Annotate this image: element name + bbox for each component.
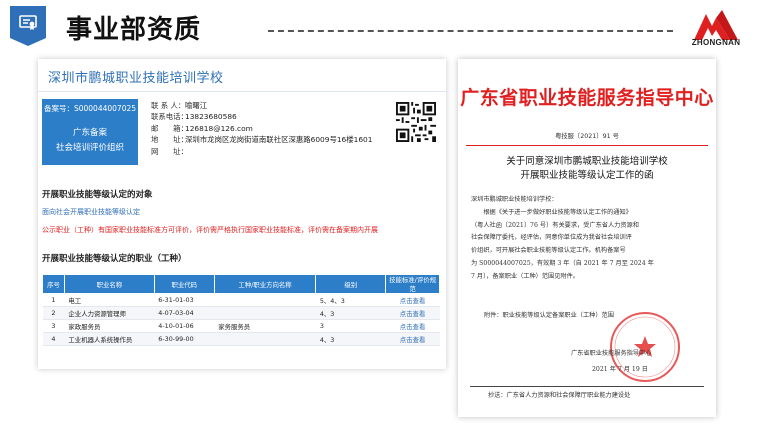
cell-index: 3: [42, 319, 65, 333]
column-header: 职业代码: [153, 274, 215, 294]
cell-level: 3: [315, 319, 386, 333]
card-divider: [38, 91, 446, 92]
letter-paragraph: 社会保障厅委托，经评估，同意你单位成为我省社会培训评: [471, 234, 632, 242]
badge-line-1: 广东备案: [72, 128, 107, 138]
letter-red-rule: [466, 145, 708, 146]
column-header: 序号: [42, 274, 65, 294]
contact-phone: 13823680586: [185, 112, 237, 122]
contact-row: 网 址：: [151, 146, 372, 157]
cell-code: 4-10-01-06: [154, 319, 215, 333]
column-header: 职业名称: [63, 274, 155, 294]
cell-index: 1: [42, 293, 65, 307]
letter-paragraph: 7 月），备案职业（工种）范围见附件。: [471, 272, 579, 280]
cell-direction: [214, 306, 316, 320]
qr-code-icon: [396, 102, 436, 142]
contact-email: 126818@126.com: [185, 123, 253, 133]
page-title: 事业部资质: [66, 15, 202, 45]
contact-label: 网 址：: [151, 146, 188, 156]
contact-address: 深圳市龙岗区龙岗街道南联社区深惠路6009号16楼1601: [185, 135, 373, 145]
cell-level: 4、3: [315, 332, 386, 346]
cell-occupation: 电工: [64, 293, 155, 307]
contact-person: 喻曙江: [185, 101, 208, 110]
header-divider: [268, 30, 673, 32]
certificate-icon: [19, 15, 37, 30]
column-header: 级别: [315, 274, 387, 294]
cell-direction: [214, 332, 316, 346]
letter-paragraph: 价组织，可开展社会职业技能等级认定工作。机构备案号: [471, 247, 626, 255]
table-row: 4 工业机器人系统操作员 6-30-99-00 4、3 点击查看: [42, 332, 440, 346]
contact-label: 邮 箱：: [151, 123, 188, 133]
cell-direction: [214, 293, 316, 307]
cell-code: 6-31-01-03: [154, 293, 215, 307]
section-occupations-title: 开展职业技能等级认定的职业（工种）: [42, 254, 187, 264]
section-target-title: 开展职业技能等级认定的对象: [42, 190, 153, 200]
official-letter: 广东省职业技能服务指导中心 粤技服〔2021〕91 号 关于同意深圳市鹏城职业技…: [458, 59, 716, 417]
contact-row: 联系电话： 13823680586: [151, 111, 372, 122]
letter-number: 粤技服〔2021〕91 号: [555, 133, 619, 140]
table-row: 2 企业人力资源管理师 4-07-03-04 4、3 点击查看: [42, 306, 440, 320]
school-name: 深圳市鹏城职业技能培训学校: [48, 71, 224, 86]
cell-code: 6-30-99-00: [154, 332, 215, 346]
cell-index: 4: [42, 332, 65, 346]
record-number: 备案号：S000044007025: [43, 104, 137, 113]
logo-text: ZHONGNAN: [691, 38, 741, 47]
cell-occupation: 家政服务员: [64, 319, 155, 333]
school-info-card: 深圳市鹏城职业技能培训学校 备案号：S000044007025 广东备案 社会培…: [38, 59, 446, 369]
letter-issuer: 广东省职业技能服务指导中心: [571, 350, 652, 357]
letter-date: 2021 年 7 月 19 日: [592, 366, 648, 373]
section-target-text: 面向社会开展职业技能等级认定: [42, 208, 140, 216]
letter-title-line-2: 开展职业技能等级认定工作的函: [520, 170, 654, 181]
contact-label: 联系电话：: [151, 112, 188, 122]
cell-direction: 家务服务员: [214, 319, 316, 333]
letter-heading: 广东省职业技能服务指导中心: [460, 87, 714, 109]
section-target-notice: 公示职业（工种）有国家职业技能标准方可评价，评价需严格执行国家职业技能标准，评价…: [42, 226, 378, 234]
letter-footer-rule: [470, 386, 704, 387]
view-standard-link[interactable]: 点击查看: [385, 306, 440, 320]
cell-occupation: 企业人力资源管理师: [64, 306, 155, 320]
letter-paragraph: 深圳市鹏城职业技能培训学校：: [471, 196, 558, 203]
table-header-row: 序号 职业名称 职业代码 工种/职业方向名称 级别 技能标准/评价规范: [42, 274, 440, 294]
cell-level: 5、4、3: [315, 293, 386, 307]
table-row: 3 家政服务员 4-10-01-06 家务服务员 3 点击查看: [42, 319, 440, 333]
letter-paragraph: 根据《关于进一步做好职业技能等级认定工作的通知》: [471, 208, 632, 216]
header-badge: [10, 6, 46, 46]
cell-occupation: 工业机器人系统操作员: [64, 332, 155, 346]
cell-level: 4、3: [315, 306, 386, 320]
contact-label: 联 系 人：: [151, 101, 186, 110]
cell-index: 2: [42, 306, 65, 320]
badge-line-2: 社会培训评价组织: [55, 143, 124, 153]
letter-cc: 抄送：广东省人力资源和社会保障厅职业能力建设处: [488, 392, 631, 399]
letter-title-line-1: 关于同意深圳市鹏城职业技能培训学校: [506, 156, 668, 167]
view-standard-link[interactable]: 点击查看: [385, 319, 440, 333]
letter-paragraph: 为 S000044007025，有效期 3 年（自 2021 年 7 月至 20…: [471, 259, 654, 267]
contact-info: 联 系 人： 喻曙江 联系电话： 13823680586 邮 箱： 126818@12…: [151, 100, 372, 157]
contact-row: 邮 箱： 126818@126.com: [151, 123, 372, 134]
letter-paragraph: （粤人社函〔2021〕76 号）有关要求，受广东省人力资源和: [471, 221, 639, 229]
contact-row: 联 系 人： 喻曙江: [151, 100, 372, 111]
occupations-table: 序号 职业名称 职业代码 工种/职业方向名称 级别 技能标准/评价规范 1 电工…: [42, 274, 440, 346]
letter-body: 深圳市鹏城职业技能培训学校： 根据《关于进一步做好职业技能等级认定工作的通知》 …: [471, 194, 705, 284]
column-header: 技能标准/评价规范: [385, 274, 440, 294]
table-row: 1 电工 6-31-01-03 5、4、3 点击查看: [42, 293, 440, 307]
cell-code: 4-07-03-04: [154, 306, 215, 320]
column-header: 工种/职业方向名称: [213, 274, 317, 294]
view-standard-link[interactable]: 点击查看: [385, 332, 440, 346]
record-badge: 备案号：S000044007025 广东备案 社会培训评价组织: [42, 99, 138, 165]
contact-label: 地 址：: [151, 135, 188, 145]
view-standard-link[interactable]: 点击查看: [385, 293, 440, 307]
letter-attachment: 附件：职业技能等级认定备案职业（工种）范围: [484, 312, 614, 319]
contact-row: 地 址： 深圳市龙岗区龙岗街道南联社区深惠路6009号16楼1601: [151, 134, 372, 145]
